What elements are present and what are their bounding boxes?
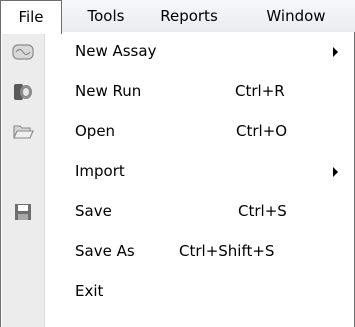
menu-item-exit[interactable]: Exit (2, 272, 354, 312)
menu-file[interactable]: File (0, 0, 62, 34)
menu-item-shortcut: Ctrl+S (238, 202, 287, 220)
submenu-arrow-icon (333, 167, 338, 177)
menu-item-label: Open (75, 122, 116, 140)
run-icon (14, 84, 32, 100)
menu-item-label: Save (75, 202, 112, 220)
menu-window[interactable]: Window (250, 0, 342, 32)
submenu-arrow-icon (333, 47, 338, 57)
menu-item-shortcut: Ctrl+Shift+S (179, 242, 275, 260)
file-menu-dropdown: New Assay New Run Ctrl+R Open Ctrl+O Imp… (0, 32, 355, 327)
menu-item-import[interactable]: Import (2, 152, 354, 192)
menu-item-label: Exit (75, 282, 104, 300)
menu-bar: File Tools Reports Window (0, 0, 355, 34)
assay-icon (12, 44, 34, 60)
menu-item-save[interactable]: Save Ctrl+S (2, 192, 354, 232)
menu-item-label: New Assay (75, 42, 157, 60)
menu-item-shortcut: Ctrl+O (236, 122, 288, 140)
menu-item-shortcut: Ctrl+R (235, 82, 285, 100)
folder-open-icon (13, 125, 34, 139)
menu-tools[interactable]: Tools (74, 0, 138, 32)
menu-item-label: Save As (75, 242, 135, 260)
save-icon (15, 204, 31, 220)
menu-item-label: Import (75, 162, 125, 180)
menu-item-save-as[interactable]: Save As Ctrl+Shift+S (2, 232, 354, 272)
menu-item-label: New Run (75, 82, 142, 100)
menu-reports[interactable]: Reports (146, 0, 232, 32)
menu-item-open[interactable]: Open Ctrl+O (2, 112, 354, 152)
menu-item-new-run[interactable]: New Run Ctrl+R (2, 72, 354, 112)
menu-item-new-assay[interactable]: New Assay (2, 32, 354, 72)
